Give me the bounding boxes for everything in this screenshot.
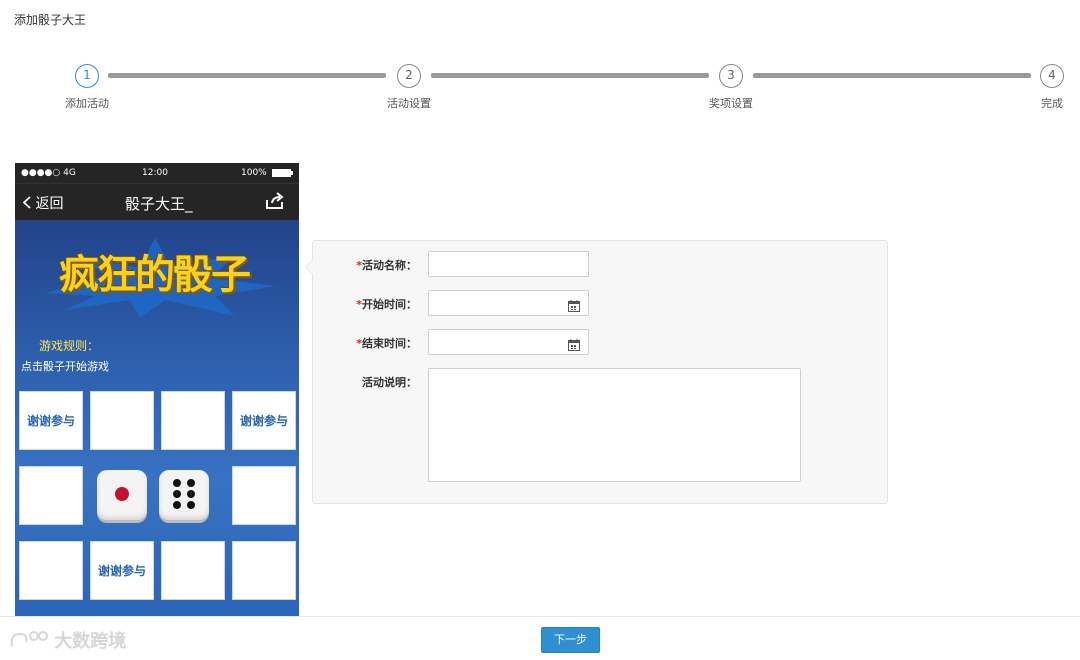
- step-number: 4: [1040, 64, 1064, 88]
- step-4: 4 完成: [1022, 64, 1080, 111]
- page-title: 添加骰子大王: [14, 13, 87, 27]
- end-time-label: *结束时间：: [356, 337, 417, 350]
- phone-nav-bar: 返回 骰子大王_: [15, 183, 299, 220]
- step-1: 1 添加活动: [57, 64, 117, 111]
- calendar-icon[interactable]: [568, 336, 580, 355]
- activity-form: *活动名称： *开始时间： *结束时间： 活动说明：: [305, 240, 888, 504]
- prize-cell: [90, 391, 154, 450]
- game-area: 疯狂的骰子 游戏规则： 点击骰子开始游戏 谢谢参与 谢谢参与 谢谢参与: [15, 220, 299, 616]
- rules-title: 游戏规则：: [39, 339, 100, 353]
- prize-cell: [19, 466, 83, 525]
- prize-cell: [232, 541, 296, 600]
- phone-nav-title: 骰子大王_: [125, 195, 193, 213]
- step-label: 添加活动: [65, 97, 109, 110]
- step-number: 2: [397, 64, 421, 88]
- share-icon[interactable]: [265, 192, 285, 214]
- next-step-button[interactable]: 下一步: [541, 627, 600, 653]
- dice-six-icon[interactable]: [159, 470, 209, 520]
- step-2: 2 活动设置: [379, 64, 439, 111]
- step-connector-1: [108, 73, 386, 78]
- prize-cell: [19, 541, 83, 600]
- prize-cell: [232, 466, 296, 525]
- watermark-logo-icon: [10, 631, 48, 647]
- step-connector-3: [753, 73, 1031, 78]
- rules-text: 点击骰子开始游戏: [21, 360, 109, 373]
- description-label: 活动说明：: [362, 376, 417, 389]
- prize-cell: 谢谢参与: [90, 541, 154, 600]
- watermark: 大数跨境: [8, 627, 126, 653]
- step-connector-2: [431, 73, 709, 78]
- calendar-icon[interactable]: [568, 297, 580, 316]
- game-banner-title: 疯狂的骰子: [59, 252, 251, 298]
- battery-percent: 100%: [241, 168, 267, 178]
- activity-name-label: *活动名称：: [356, 259, 417, 272]
- chevron-left-icon: [22, 196, 31, 209]
- start-time-label: *开始时间：: [356, 298, 417, 311]
- signal-indicator: ●●●●○ 4G: [21, 168, 76, 178]
- end-time-input[interactable]: [428, 329, 589, 355]
- watermark-text: 大数跨境: [54, 631, 127, 652]
- start-time-input[interactable]: [428, 290, 589, 316]
- step-label: 活动设置: [387, 97, 431, 110]
- phone-status-bar: ●●●●○ 4G 12:00 100%: [15, 163, 299, 183]
- prize-cell: [161, 391, 225, 450]
- phone-preview: ●●●●○ 4G 12:00 100% 返回 骰子大王_ 疯狂的骰子 游戏规则：…: [15, 163, 299, 616]
- prize-cell: 谢谢参与: [19, 391, 83, 450]
- step-3: 3 奖项设置: [701, 64, 761, 111]
- prize-cell: [161, 541, 225, 600]
- prize-cell: 谢谢参与: [232, 391, 296, 450]
- step-label: 完成: [1041, 97, 1063, 110]
- battery-icon: [272, 169, 294, 180]
- dice-one-icon[interactable]: [97, 470, 147, 520]
- back-label: 返回: [35, 196, 64, 212]
- step-label: 奖项设置: [709, 97, 753, 110]
- step-number: 3: [719, 64, 743, 88]
- description-textarea[interactable]: [428, 368, 801, 482]
- activity-name-input[interactable]: [428, 251, 589, 277]
- footer-bar: 大数跨境 下一步: [0, 616, 1080, 660]
- step-number: 1: [75, 64, 99, 88]
- back-button[interactable]: 返回: [22, 193, 64, 213]
- status-time: 12:00: [142, 168, 168, 178]
